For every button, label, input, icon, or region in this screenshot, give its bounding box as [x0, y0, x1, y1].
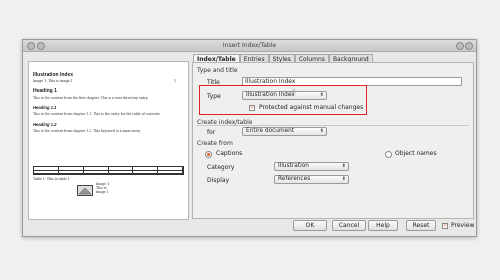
highlight-box [199, 85, 367, 115]
preview-heading-1-1-text: This is the content from chapter 1.1. Th… [33, 112, 161, 116]
preview-heading-1-2: Heading 1.2 [33, 122, 57, 127]
display-select[interactable]: References ⬍ [274, 175, 349, 184]
section-divider [197, 125, 469, 126]
preview-checkbox[interactable]: ✓ [442, 223, 448, 229]
preview-image-caption-3: image 1 [96, 190, 109, 194]
for-select-value: Entire document [246, 128, 295, 134]
for-select[interactable]: Entire document ⬍ [242, 127, 327, 136]
help-button[interactable]: Help [368, 220, 398, 231]
for-label: for [207, 129, 216, 136]
preview-pane: Illustration Index Image 1: This is imag… [28, 61, 189, 220]
object-names-label: Object names [395, 150, 437, 157]
category-select[interactable]: Illustration ⬍ [274, 162, 349, 171]
window-title: Insert Index/Table [222, 42, 277, 49]
type-and-title-heading: Type and title [197, 67, 238, 74]
chevron-updown-icon: ⬍ [341, 163, 346, 169]
category-label: Category [207, 164, 235, 171]
object-names-radio[interactable] [385, 151, 392, 158]
maximize-icon[interactable] [456, 42, 464, 50]
preview-label: Preview [451, 222, 475, 229]
preview-heading-1: Heading 1 [33, 88, 57, 94]
preview-heading-1-text: This is the content from the first chapt… [33, 96, 149, 100]
chevron-updown-icon: ⬍ [319, 128, 324, 134]
preview-entry: Image 1: This is image 1 [33, 79, 73, 83]
reset-button[interactable]: Reset [406, 220, 436, 231]
image-placeholder-icon [78, 187, 92, 195]
ok-button[interactable]: OK [293, 220, 327, 231]
captions-radio[interactable] [205, 151, 212, 158]
captions-label: Captions [216, 150, 243, 157]
title-bar[interactable]: Insert Index/Table [23, 40, 476, 52]
preview-heading-1-1: Heading 1.1 [33, 105, 57, 110]
preview-heading-1-2-text: This is the content from chapter 1.2. Th… [33, 129, 141, 133]
preview-image [77, 185, 93, 196]
preview-table-caption: Table 1: This is table 1 [33, 177, 70, 181]
category-select-value: Illustration [278, 163, 309, 169]
cancel-button[interactable]: Cancel [332, 220, 366, 231]
preview-entry-page: 1 [174, 79, 177, 83]
preview-title: Illustration Index [33, 72, 74, 78]
create-from-heading: Create from [197, 140, 233, 147]
chevron-updown-icon: ⬍ [341, 176, 346, 182]
display-label: Display [207, 177, 230, 184]
insert-index-dialog: Insert Index/Table Illustration Index Im… [22, 39, 477, 237]
close-icon[interactable] [465, 42, 473, 50]
mouse-pointer-icon: ☝ [291, 87, 296, 96]
display-select-value: References [278, 176, 311, 182]
preview-table [33, 166, 184, 175]
